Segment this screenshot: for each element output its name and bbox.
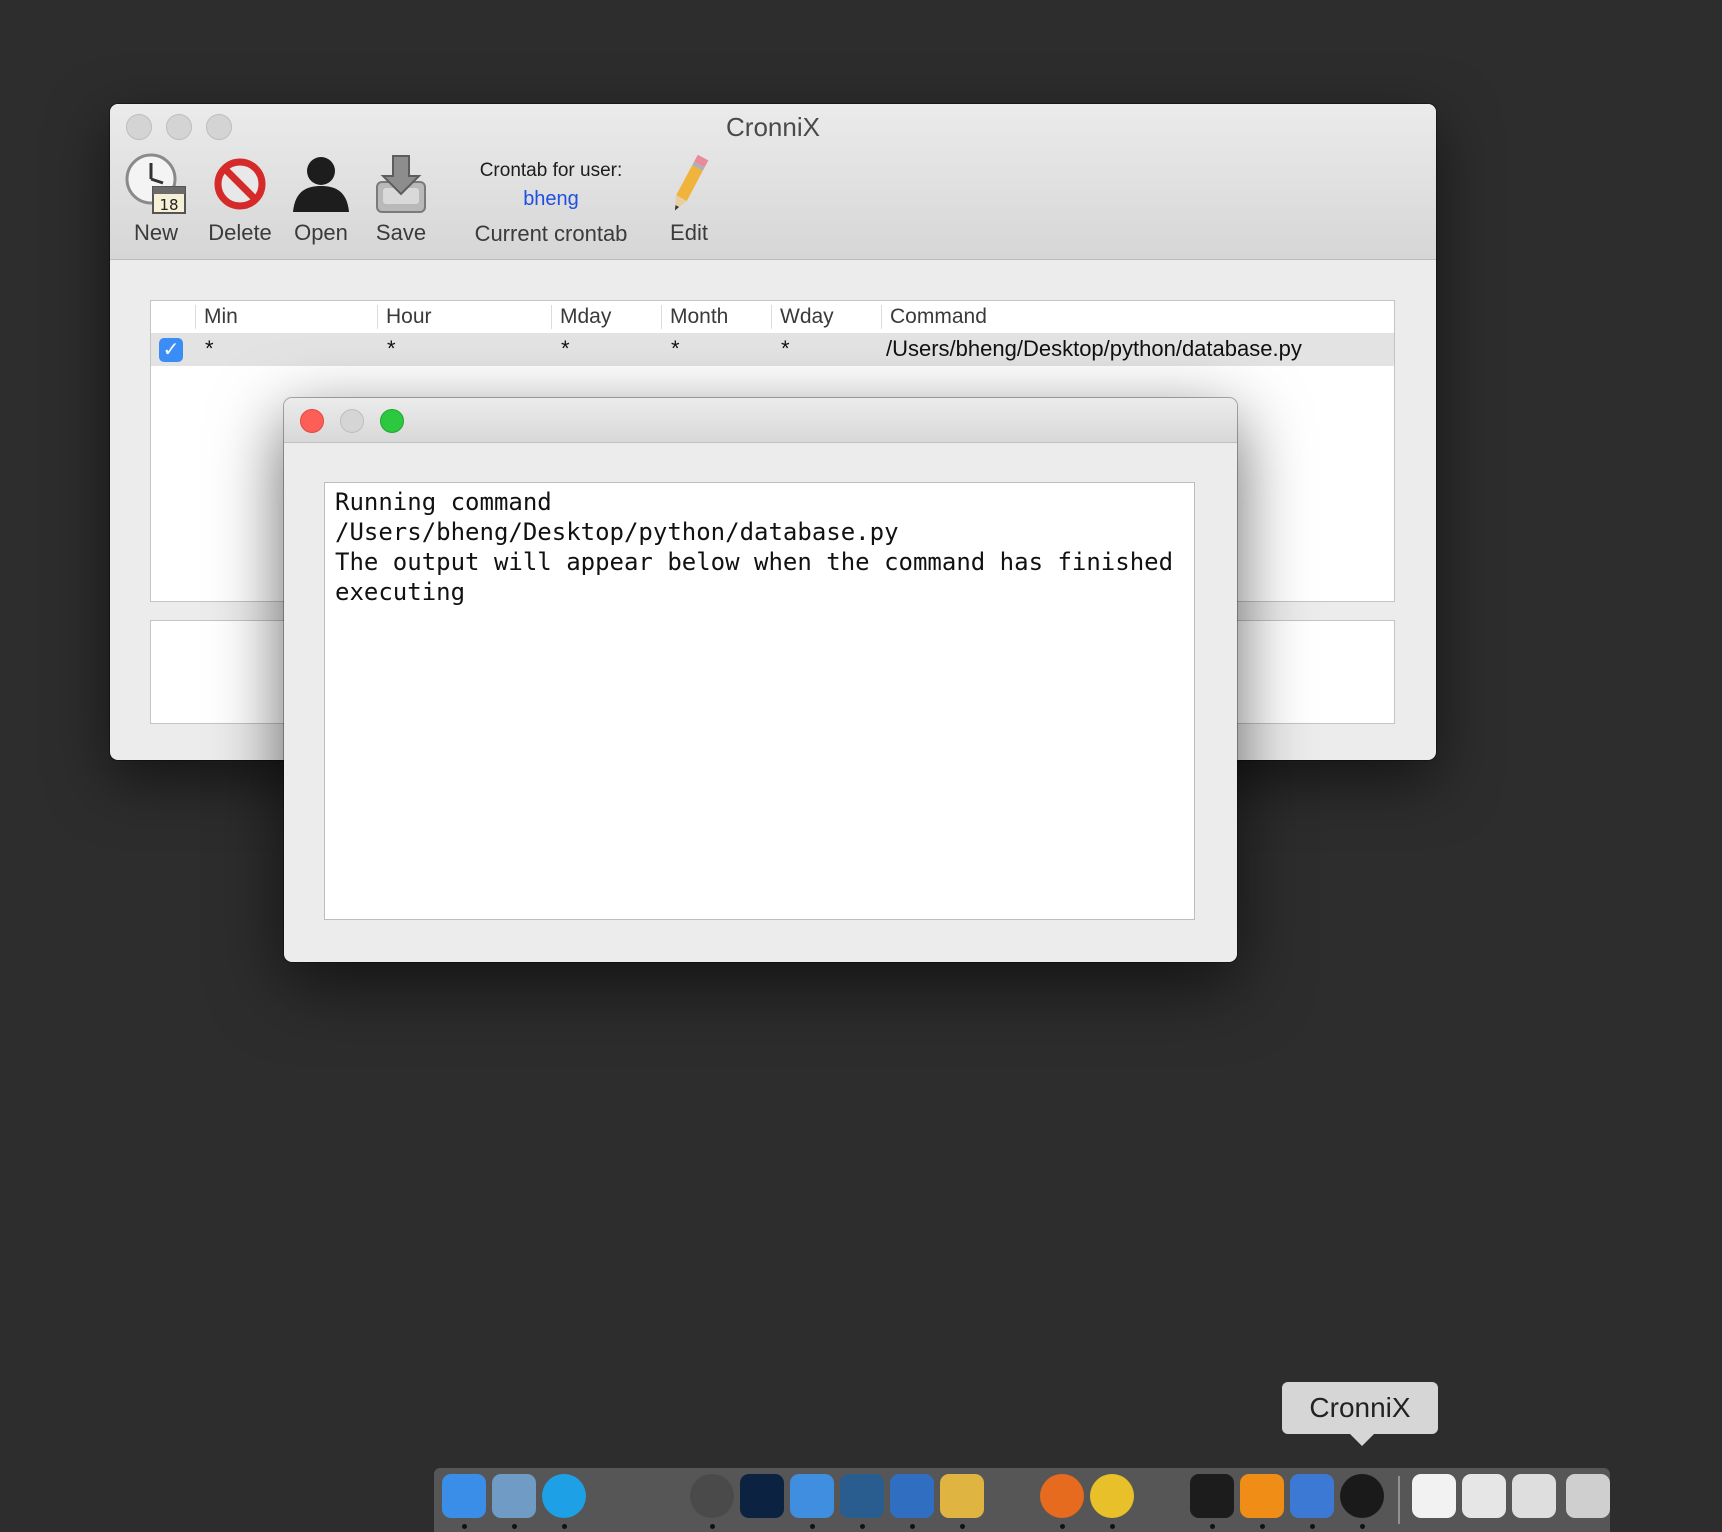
new-label: New <box>133 220 178 245</box>
cell-wday: * <box>781 336 790 361</box>
trash-icon[interactable] <box>1566 1474 1610 1518</box>
mysql-workbench-icon[interactable] <box>840 1474 884 1518</box>
cell-min: * <box>205 336 214 361</box>
command-output-window: Running command /Users/bheng/Desktop/pyt… <box>284 398 1237 962</box>
edit-button[interactable]: Edit <box>654 150 724 246</box>
running-indicator <box>1060 1524 1065 1529</box>
document-stack-icon[interactable] <box>1412 1474 1456 1518</box>
cell-command: /Users/bheng/Desktop/python/database.py <box>886 336 1302 361</box>
cronnix-icon[interactable] <box>1340 1474 1384 1518</box>
running-indicator <box>1110 1524 1115 1529</box>
column-header-hour[interactable]: Hour <box>377 305 432 329</box>
firefox-icon[interactable] <box>1040 1474 1084 1518</box>
table-header: Min Hour Mday Month Wday Command <box>151 301 1394 334</box>
running-indicator <box>1260 1524 1265 1529</box>
checkmark-icon: ✓ <box>162 339 180 361</box>
open-label: Open <box>294 220 348 245</box>
output-line: The output will appear below when the co… <box>335 548 1174 576</box>
output-zoom-button[interactable] <box>380 409 404 433</box>
crontab-user-block[interactable]: Crontab for user: bheng Current crontab <box>450 160 652 247</box>
running-indicator <box>860 1524 865 1529</box>
output-titlebar <box>284 398 1237 443</box>
output-line: Running command <box>335 488 552 516</box>
column-header-command[interactable]: Command <box>881 305 987 329</box>
system-preferences-icon[interactable] <box>1290 1474 1334 1518</box>
output-minimize-button[interactable] <box>340 409 364 433</box>
window-title: CronniX <box>726 112 820 142</box>
dock-separator <box>1398 1476 1400 1524</box>
save-drive-icon <box>376 155 426 213</box>
running-indicator <box>710 1524 715 1529</box>
pencil-icon <box>674 154 709 211</box>
dock <box>434 1468 1610 1532</box>
running-indicator <box>512 1524 517 1529</box>
edit-label: Edit <box>670 220 708 245</box>
dock-tooltip: CronniX <box>1282 1382 1438 1434</box>
current-crontab-label: Current crontab <box>474 221 628 246</box>
vmware-icon[interactable] <box>890 1474 934 1518</box>
running-indicator <box>910 1524 915 1529</box>
running-indicator <box>1310 1524 1315 1529</box>
column-header-min[interactable]: Min <box>195 305 238 329</box>
output-close-button[interactable] <box>300 409 324 433</box>
prohibited-icon <box>214 158 266 210</box>
chrome-icon[interactable] <box>1090 1474 1134 1518</box>
sublime-text-icon[interactable] <box>1240 1474 1284 1518</box>
terminal-icon[interactable] <box>1190 1474 1234 1518</box>
calendar-day: 18 <box>159 196 178 214</box>
running-indicator <box>562 1524 567 1529</box>
open-button[interactable]: Open <box>284 150 358 246</box>
running-indicator <box>462 1524 467 1529</box>
save-button[interactable]: Save <box>366 150 436 246</box>
cell-mday: * <box>561 336 570 361</box>
main-toolbar: CronniX 18 New Delete Open Save Crontab … <box>110 104 1436 260</box>
crontab-user-name: bheng <box>523 188 579 210</box>
column-header-month[interactable]: Month <box>661 305 728 329</box>
cell-month: * <box>671 336 680 361</box>
column-header-wday[interactable]: Wday <box>771 305 834 329</box>
dock-tooltip-pointer <box>1350 1434 1374 1446</box>
delete-button[interactable]: Delete <box>198 150 282 246</box>
column-header-mday[interactable]: Mday <box>551 305 611 329</box>
downloads-stack-icon[interactable] <box>1462 1474 1506 1518</box>
save-label: Save <box>375 220 427 245</box>
output-line: /Users/bheng/Desktop/python/database.py <box>335 518 899 546</box>
transmit-icon[interactable] <box>940 1474 984 1518</box>
user-silhouette-icon <box>293 157 349 212</box>
crontab-user-caption: Crontab for user: <box>479 160 623 181</box>
clock-calendar-icon: 18 <box>125 153 186 214</box>
skype-icon[interactable] <box>542 1474 586 1518</box>
running-indicator <box>960 1524 965 1529</box>
preview-icon[interactable] <box>492 1474 536 1518</box>
finder-icon[interactable] <box>442 1474 486 1518</box>
running-indicator <box>810 1524 815 1529</box>
delete-label: Delete <box>208 220 272 245</box>
output-text-area[interactable]: Running command /Users/bheng/Desktop/pyt… <box>324 482 1195 920</box>
new-button[interactable]: 18 New <box>122 150 190 246</box>
photoshop-icon[interactable] <box>740 1474 784 1518</box>
cell-hour: * <box>387 336 396 361</box>
row-enabled-checkbox[interactable]: ✓ <box>159 338 183 362</box>
output-line: executing <box>335 578 466 606</box>
running-indicator <box>1210 1524 1215 1529</box>
screenshots-stack-icon[interactable] <box>1512 1474 1556 1518</box>
alfred-icon[interactable] <box>690 1474 734 1518</box>
table-row[interactable]: ✓ * * * * * /Users/bheng/Desktop/python/… <box>151 334 1394 366</box>
running-indicator <box>1360 1524 1365 1529</box>
xcode-icon[interactable] <box>790 1474 834 1518</box>
